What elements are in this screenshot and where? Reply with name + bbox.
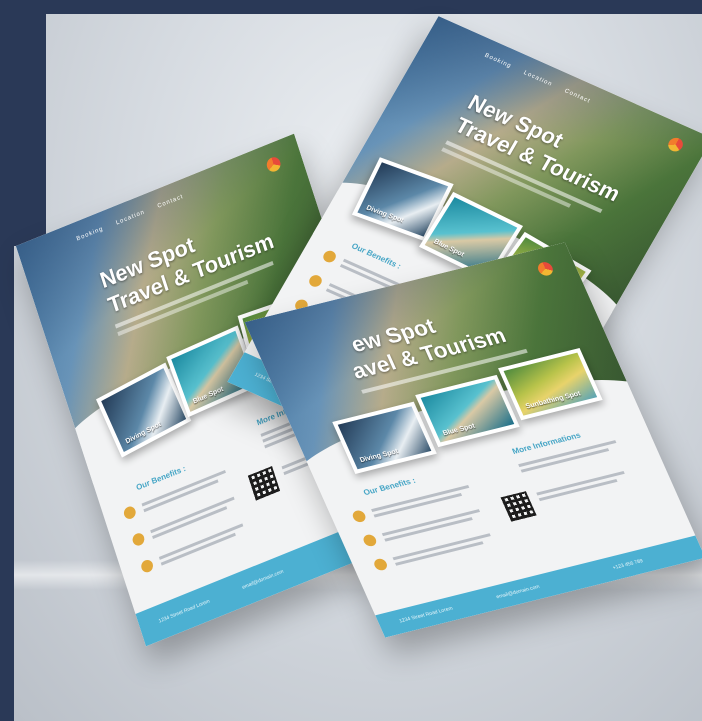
frame-top — [0, 0, 702, 14]
benefit-bullet — [131, 531, 146, 548]
benefit-bullet — [122, 504, 138, 521]
qr-code-icon — [500, 491, 537, 522]
benefit-bullet — [139, 558, 155, 575]
qr-code-icon — [247, 466, 281, 501]
benefit-bullet — [306, 273, 324, 289]
benefit-bullet — [361, 533, 379, 548]
benefit-bullet — [350, 509, 368, 524]
frame-left — [0, 0, 14, 721]
benefit-bullet — [321, 248, 339, 265]
benefit-bullet — [372, 557, 389, 572]
